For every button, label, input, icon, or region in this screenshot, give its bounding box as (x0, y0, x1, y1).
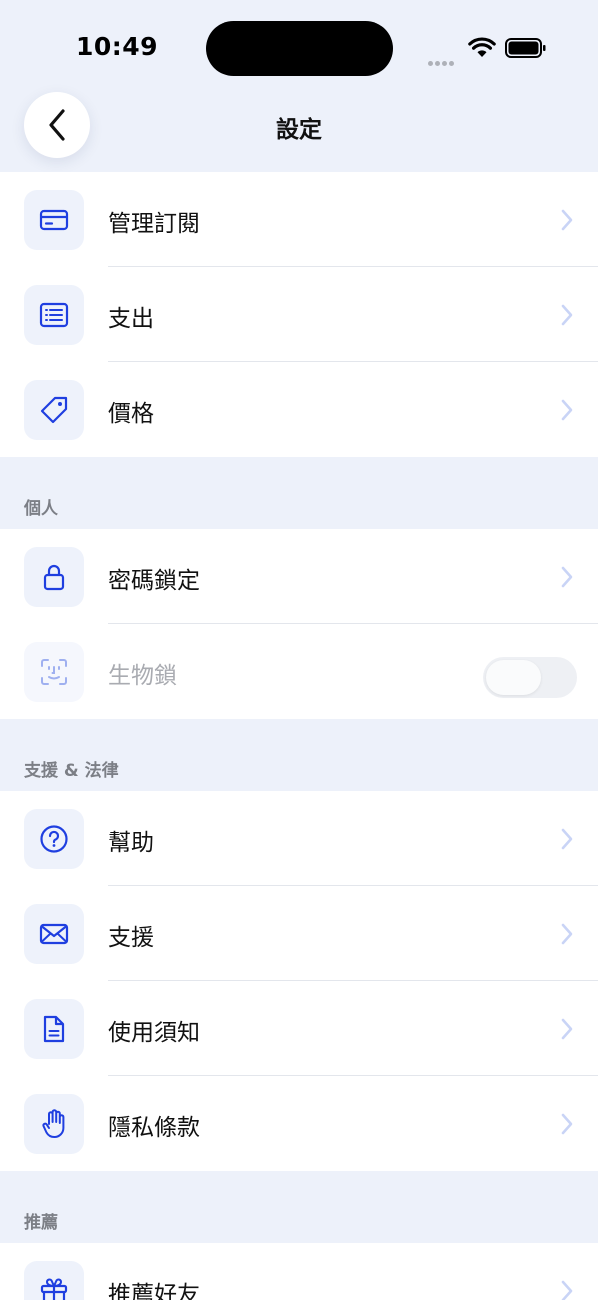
credit-card-icon (24, 190, 84, 250)
support-settings-group: 幫助 支援 使用須知 隱私條款 (0, 791, 598, 1171)
dynamic-island (206, 21, 393, 76)
settings-row-passcode-lock[interactable]: 密碼鎖定 (0, 529, 598, 624)
settings-row-label: 支出 (108, 306, 154, 332)
settings-row-terms-of-use[interactable]: 使用須知 (0, 981, 598, 1076)
section-header-referral: 推薦 (24, 1213, 58, 1233)
settings-row-biometric-lock: 生物鎖 (0, 624, 598, 719)
tag-icon (24, 380, 84, 440)
lock-icon (24, 547, 84, 607)
chevron-right-icon (561, 923, 573, 945)
toggle-knob (486, 660, 541, 695)
cellular-signal-icon (428, 51, 456, 70)
settings-row-expenses[interactable]: 支出 (0, 267, 598, 362)
chevron-right-icon (561, 399, 573, 421)
chevron-right-icon (561, 209, 573, 231)
settings-row-label: 隱私條款 (108, 1115, 200, 1141)
settings-row-refer-friend[interactable]: 推薦好友 (0, 1243, 598, 1300)
settings-row-label: 使用須知 (108, 1020, 200, 1046)
face-id-icon (24, 642, 84, 702)
settings-row-manage-subscription[interactable]: 管理訂閱 (0, 172, 598, 267)
chevron-right-icon (561, 304, 573, 326)
settings-row-label: 管理訂閱 (108, 211, 200, 237)
chevron-right-icon (561, 1280, 573, 1300)
chevron-right-icon (561, 828, 573, 850)
settings-row-help[interactable]: 幫助 (0, 791, 598, 886)
settings-row-privacy-policy[interactable]: 隱私條款 (0, 1076, 598, 1171)
settings-row-label: 支援 (108, 925, 154, 951)
account-settings-group: 管理訂閱 支出 價格 (0, 172, 598, 457)
settings-row-label: 密碼鎖定 (108, 568, 200, 594)
settings-row-label: 推薦好友 (108, 1282, 200, 1300)
wifi-icon (468, 37, 496, 57)
settings-row-label: 幫助 (108, 830, 154, 856)
gift-icon (24, 1261, 84, 1300)
navigation-bar: 設定 (0, 92, 598, 160)
hand-icon (24, 1094, 84, 1154)
status-bar: 10:49 (0, 0, 598, 90)
chevron-right-icon (561, 1018, 573, 1040)
question-icon (24, 809, 84, 869)
mail-icon (24, 904, 84, 964)
chevron-right-icon (561, 566, 573, 588)
settings-row-support[interactable]: 支援 (0, 886, 598, 981)
page-title: 設定 (276, 117, 322, 143)
personal-settings-group: 密碼鎖定 生物鎖 (0, 529, 598, 719)
settings-row-label: 生物鎖 (108, 663, 177, 689)
section-header-support-legal: 支援 & 法律 (24, 761, 119, 781)
list-icon (24, 285, 84, 345)
section-header-personal: 個人 (24, 499, 58, 519)
battery-icon (505, 38, 546, 58)
settings-row-label: 價格 (108, 401, 154, 427)
settings-row-pricing[interactable]: 價格 (0, 362, 598, 457)
referral-settings-group: 推薦好友 (0, 1243, 598, 1300)
document-icon (24, 999, 84, 1059)
chevron-right-icon (561, 1113, 573, 1135)
status-time: 10:49 (76, 32, 159, 61)
biometric-lock-toggle[interactable] (483, 657, 577, 698)
